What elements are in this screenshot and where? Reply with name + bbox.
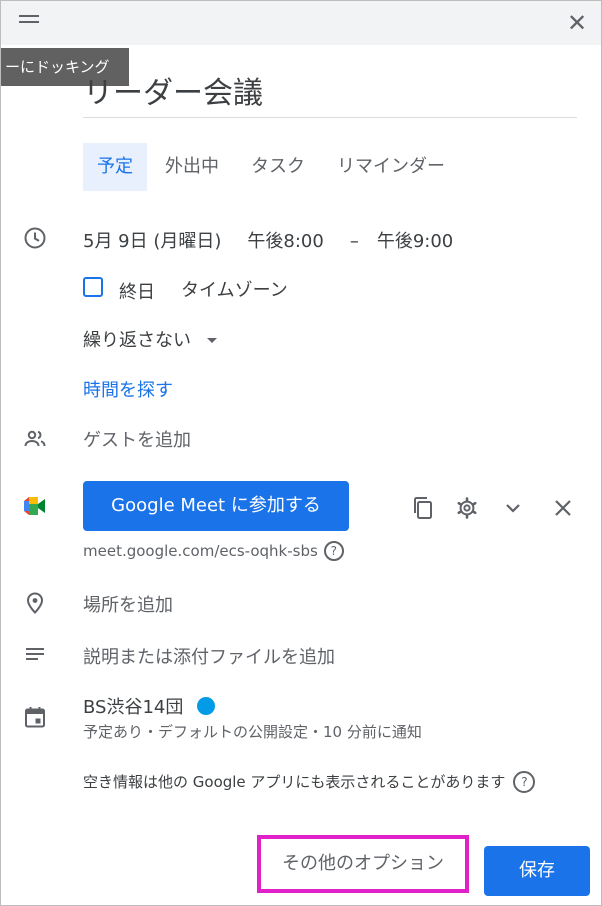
tab-event[interactable]: 予定: [83, 143, 147, 191]
repeat-dropdown[interactable]: 繰り返さない: [83, 326, 217, 352]
add-description-input[interactable]: 説明または添付ファイルを追加: [83, 643, 335, 669]
event-title-input[interactable]: リーダー会議: [83, 71, 577, 118]
tab-task[interactable]: タスク: [237, 143, 319, 191]
calendar-icon: [25, 707, 45, 728]
copy-icon[interactable]: [411, 496, 435, 520]
help-icon[interactable]: ?: [323, 541, 344, 561]
location-pin-icon: [26, 592, 44, 614]
event-date[interactable]: 5月 9日 (月曜日): [83, 231, 221, 252]
more-options-button[interactable]: その他のオプション: [257, 835, 469, 893]
drag-handle-icon[interactable]: [19, 15, 39, 27]
google-meet-icon: [24, 497, 45, 515]
repeat-value: 繰り返さない: [83, 330, 191, 351]
timezone-button[interactable]: タイムゾーン: [181, 276, 288, 302]
dropdown-arrow-icon: [206, 338, 217, 343]
availability-note-row: 空き情報は他の Google アプリにも表示されることがあります?: [83, 771, 536, 793]
gear-icon[interactable]: [455, 496, 479, 520]
add-guests-input[interactable]: ゲストを追加: [83, 426, 191, 452]
calendar-details[interactable]: 予定あり・デフォルトの公開設定・10 分前に通知: [83, 721, 422, 742]
end-time[interactable]: 午後9:00: [377, 231, 453, 252]
time-separator: –: [349, 231, 359, 252]
event-editor-dialog: ✕ ーにドッキング リーダー会議 予定 外出中 タスク リマインダー 5月 9日…: [0, 0, 602, 906]
clock-icon: [24, 227, 46, 249]
datetime-row: 5月 9日 (月曜日) 午後8:00 – 午後9:00: [83, 227, 479, 253]
add-location-input[interactable]: 場所を追加: [83, 591, 173, 617]
event-type-tabs: 予定 外出中 タスク リマインダー: [83, 143, 463, 191]
start-time[interactable]: 午後8:00: [247, 231, 323, 252]
calendar-color-dot: [197, 697, 216, 715]
tab-out-of-office[interactable]: 外出中: [151, 143, 233, 191]
availability-help-icon[interactable]: ?: [513, 771, 536, 793]
meet-link-row: meet.google.com/ecs-oqhk-sbs?: [83, 541, 344, 561]
remove-meet-icon[interactable]: [551, 496, 575, 520]
tab-reminder[interactable]: リマインダー: [323, 143, 459, 191]
allday-checkbox[interactable]: [83, 277, 103, 297]
people-icon: [24, 430, 46, 447]
calendar-selector[interactable]: BS渋谷14団: [83, 693, 216, 719]
calendar-name: BS渋谷14団: [83, 697, 184, 718]
meet-link[interactable]: meet.google.com/ecs-oqhk-sbs: [83, 542, 318, 560]
join-google-meet-button[interactable]: Google Meet に参加する: [83, 481, 349, 531]
find-time-link[interactable]: 時間を探す: [83, 376, 173, 402]
close-icon[interactable]: ✕: [563, 9, 591, 37]
dialog-header: ✕: [1, 1, 601, 45]
chevron-down-icon[interactable]: [501, 496, 525, 520]
save-button[interactable]: 保存: [484, 846, 590, 896]
allday-label: 終日: [119, 282, 155, 303]
description-lines-icon: [26, 648, 44, 660]
availability-note: 空き情報は他の Google アプリにも表示されることがあります: [83, 773, 506, 791]
